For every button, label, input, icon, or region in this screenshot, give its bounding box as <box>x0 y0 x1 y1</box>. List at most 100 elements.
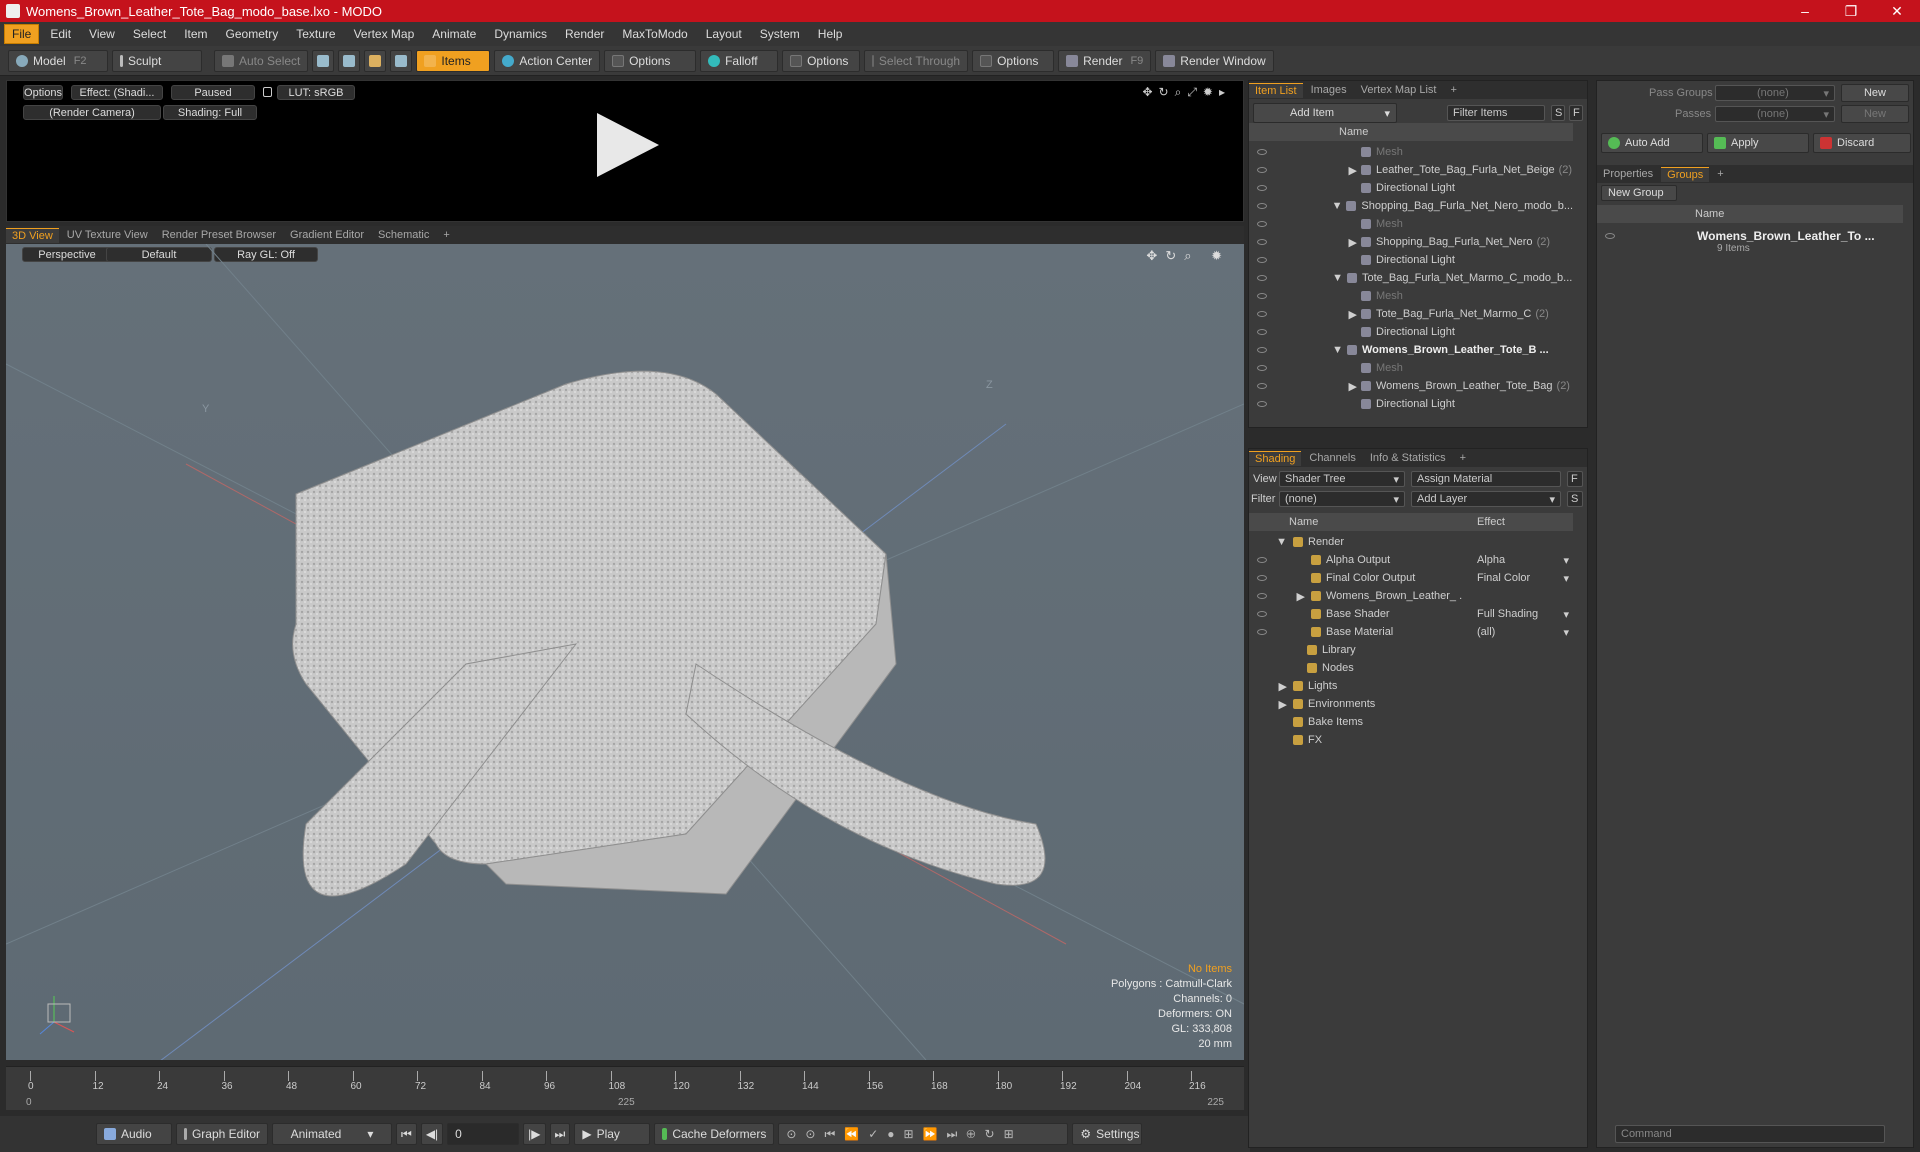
item-row[interactable]: Mesh <box>1249 215 1573 233</box>
discard-button[interactable]: Discard <box>1813 133 1911 153</box>
item-row[interactable]: Directional Light <box>1249 251 1573 269</box>
menu-edit[interactable]: Edit <box>43 25 78 43</box>
shader-row[interactable]: Base Material (all) ▾ <box>1249 623 1573 641</box>
close-button[interactable]: ✕ <box>1874 0 1920 22</box>
item-row[interactable]: ▶ Womens_Brown_Leather_Tote_Bag (2) <box>1249 377 1573 395</box>
menu-dynamics[interactable]: Dynamics <box>487 25 554 43</box>
viewer-nav-icons[interactable]: ✥↻⌕⤢✹▸ <box>1142 85 1231 100</box>
audio-button[interactable]: Audio <box>96 1123 172 1145</box>
shader-row[interactable]: ▶ Environments <box>1249 695 1573 713</box>
item-row[interactable]: ▶ Leather_Tote_Bag_Furla_Net_Beige (2) <box>1249 161 1573 179</box>
visibility-eye-icon[interactable] <box>1257 239 1267 245</box>
item-row[interactable]: Directional Light <box>1249 323 1573 341</box>
minimize-button[interactable]: – <box>1782 0 1828 22</box>
filter-dropdown[interactable]: (none) ▾ <box>1279 491 1405 507</box>
shading-f-button[interactable]: F <box>1567 471 1583 487</box>
visibility-eye-icon[interactable] <box>1257 149 1267 155</box>
visibility-eye-icon[interactable] <box>1257 167 1267 173</box>
visibility-eye-icon[interactable] <box>1257 575 1267 581</box>
visibility-eye-icon[interactable] <box>1257 347 1267 353</box>
menu-layout[interactable]: Layout <box>699 25 749 43</box>
item-row[interactable]: Mesh <box>1249 359 1573 377</box>
auto-select-button[interactable]: Auto Select <box>214 49 309 72</box>
prev-key-button[interactable]: ⏮ <box>396 1123 417 1145</box>
shader-row[interactable]: Alpha Output Alpha ▾ <box>1249 551 1573 569</box>
menu-select[interactable]: Select <box>126 25 173 43</box>
visibility-eye-icon[interactable] <box>1257 329 1267 335</box>
effect-dropdown[interactable]: Effect: (Shadi... <box>71 85 163 100</box>
viewport-tab-5[interactable]: + <box>437 228 455 242</box>
lut-dropdown[interactable]: LUT: sRGB <box>277 85 355 100</box>
visibility-eye-icon[interactable] <box>1257 185 1267 191</box>
menu-help[interactable]: Help <box>811 25 850 43</box>
expand-arrow-icon[interactable]: ▼ <box>1276 536 1287 548</box>
timeline[interactable]: 0 12 24 36 48 60 72 84 96 108 120 132 144 156 168 180 19… <box>6 1066 1244 1110</box>
graph-editor-button[interactable]: Graph Editor <box>176 1123 268 1145</box>
item-row[interactable]: ▼ Tote_Bag_Furla_Net_Marmo_C_modo_b... <box>1249 269 1573 287</box>
viewport-tab-2[interactable]: Render Preset Browser <box>156 228 282 242</box>
effect-dropdown[interactable]: (all) ▾ <box>1477 626 1569 639</box>
command-input[interactable]: Command <box>1615 1125 1885 1143</box>
expand-arrow-icon[interactable]: ▼ <box>1332 272 1343 284</box>
item-row[interactable]: Mesh <box>1249 143 1573 161</box>
paused-status[interactable]: Paused <box>171 85 255 100</box>
item-row[interactable]: ▶ Shopping_Bag_Furla_Net_Nero (2) <box>1249 233 1573 251</box>
vertices-mode-icon[interactable] <box>312 49 335 72</box>
auto-add-button[interactable]: Auto Add <box>1601 133 1703 153</box>
new-pass-button[interactable]: New <box>1841 105 1909 123</box>
visibility-eye-icon[interactable] <box>1257 611 1267 617</box>
shader-row[interactable]: Nodes <box>1249 659 1573 677</box>
play-render-icon[interactable] <box>597 113 659 177</box>
pass-groups-dropdown[interactable]: (none) ▾ <box>1715 85 1835 101</box>
shader-row[interactable]: Final Color Output Final Color ▾ <box>1249 569 1573 587</box>
filter-items-input[interactable]: Filter Items <box>1447 105 1545 121</box>
prev-frame-button[interactable]: ◀| <box>420 1123 444 1145</box>
falloff-button[interactable]: Falloff <box>700 49 779 72</box>
action-center-button[interactable]: Action Center <box>494 49 601 72</box>
next-key-button[interactable]: ⏭ <box>549 1123 571 1145</box>
shader-row[interactable]: ▶ Lights <box>1249 677 1573 695</box>
item-row[interactable]: ▼ Shopping_Bag_Furla_Net_Nero_modo_b... <box>1249 197 1573 215</box>
visibility-eye-icon[interactable] <box>1257 539 1267 545</box>
edges-mode-icon[interactable] <box>338 49 361 72</box>
visibility-eye-icon[interactable] <box>1257 311 1267 317</box>
visibility-eye-icon[interactable] <box>1257 275 1267 281</box>
lock-icon[interactable] <box>263 87 272 97</box>
shader-row[interactable]: ▼ Render <box>1249 533 1573 551</box>
menu-texture[interactable]: Texture <box>289 25 342 43</box>
shading-tab-2[interactable]: Info & Statistics <box>1364 451 1452 465</box>
itemlist-tab-3[interactable]: + <box>1444 83 1462 97</box>
menu-render[interactable]: Render <box>558 25 611 43</box>
item-row[interactable]: ▶ Tote_Bag_Furla_Net_Marmo_C (2) <box>1249 305 1573 323</box>
shading-tab-0[interactable]: Shading <box>1249 450 1302 466</box>
select-through-button[interactable]: Select Through <box>864 49 969 72</box>
expand-arrow-icon[interactable]: ▶ <box>1349 381 1357 393</box>
expand-arrow-icon[interactable]: ▶ <box>1279 681 1287 693</box>
sculpt-mode-button[interactable]: Sculpt <box>112 49 202 72</box>
expand-arrow-icon[interactable]: ▶ <box>1279 699 1287 711</box>
viewport-tab-0[interactable]: 3D View <box>6 227 59 243</box>
viewer-options-button[interactable]: Options <box>23 85 63 100</box>
new-pass-group-button[interactable]: New <box>1841 84 1909 102</box>
expand-arrow-icon[interactable]: ▼ <box>1332 344 1343 356</box>
visibility-eye-icon[interactable] <box>1257 257 1267 263</box>
groups-tab-1[interactable]: Groups <box>1661 166 1710 182</box>
effect-dropdown[interactable]: Full Shading ▾ <box>1477 608 1569 621</box>
visibility-eye-icon[interactable] <box>1257 293 1267 299</box>
visibility-eye-icon[interactable] <box>1257 221 1267 227</box>
visibility-eye-icon[interactable] <box>1257 701 1267 707</box>
add-layer-dropdown[interactable]: Add Layer ▾ <box>1411 491 1561 507</box>
animated-dropdown[interactable]: Animated ▾ <box>272 1123 392 1145</box>
materials-mode-icon[interactable] <box>390 49 413 72</box>
falloff-options-button[interactable]: Options <box>782 49 861 72</box>
visibility-eye-icon[interactable] <box>1257 665 1267 671</box>
select-options-button[interactable]: Options <box>972 49 1055 72</box>
item-row[interactable]: Directional Light <box>1249 395 1573 413</box>
3d-viewport[interactable]: Perspective Default Ray GL: Off ✥↻⌕ ✹ Y … <box>6 244 1244 1060</box>
itemlist-tab-1[interactable]: Images <box>1305 83 1353 97</box>
expand-arrow-icon[interactable]: ▶ <box>1349 237 1357 249</box>
next-frame-button[interactable]: |▶ <box>523 1123 546 1145</box>
shader-row[interactable]: Bake Items <box>1249 713 1573 731</box>
viewport-tab-3[interactable]: Gradient Editor <box>284 228 370 242</box>
groups-tab-0[interactable]: Properties <box>1597 167 1659 181</box>
